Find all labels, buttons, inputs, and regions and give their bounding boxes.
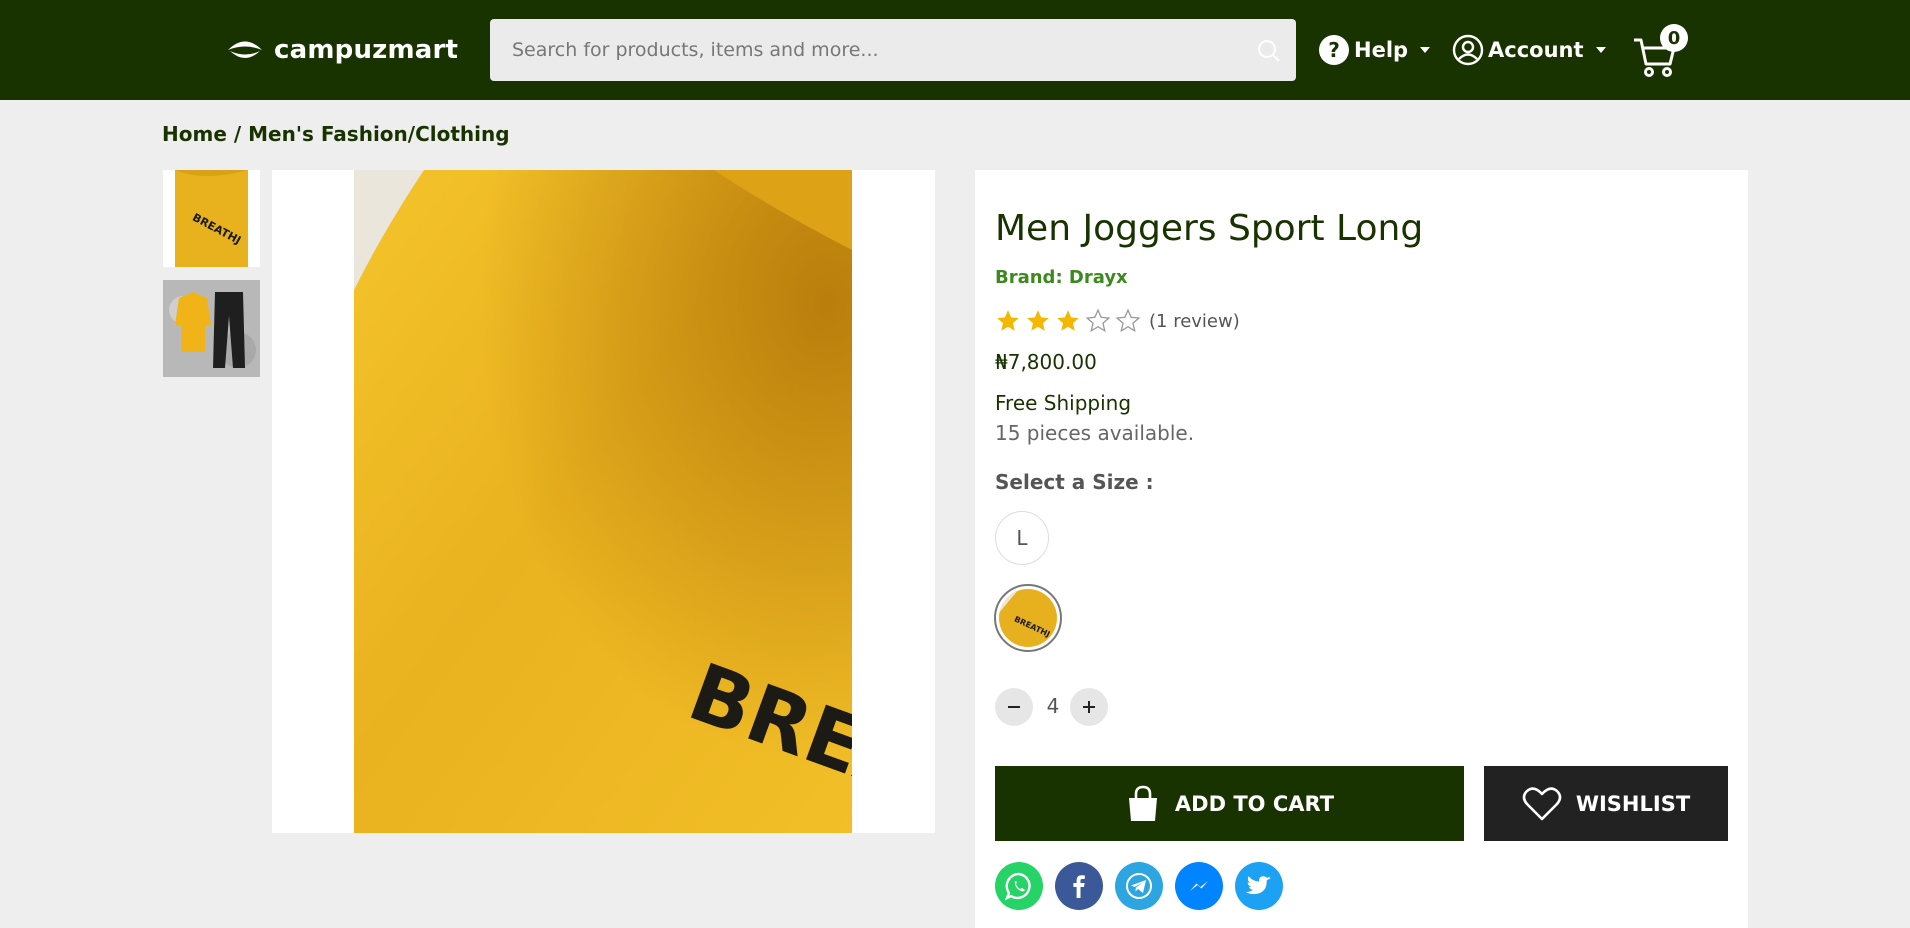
size-option-l[interactable]: L: [995, 511, 1049, 565]
breadcrumb-separator: /: [226, 122, 249, 146]
star-empty-icon: [1115, 308, 1141, 333]
quantity-value: 4: [1046, 694, 1060, 718]
size-label: Select a Size :: [995, 470, 1154, 494]
share-facebook-button[interactable]: [1055, 862, 1103, 910]
search-icon[interactable]: [1256, 38, 1282, 64]
shopping-bag-icon: [1128, 785, 1157, 821]
search-bar: [490, 19, 1296, 81]
whatsapp-icon: [1004, 872, 1031, 901]
product-brand[interactable]: Brand: Drayx: [995, 267, 1128, 288]
share-whatsapp-button[interactable]: [995, 862, 1043, 910]
product-photo: BREATHJ: [354, 170, 852, 833]
thumbnail-image: BREATHJ: [163, 170, 260, 267]
logo-text: campuzmart: [274, 35, 459, 65]
star-empty-icon: [1085, 308, 1111, 333]
swatch-image: BREATHJ: [999, 589, 1057, 647]
top-navigation-bar: campuzmart ? Help Account 0: [0, 0, 1910, 100]
messenger-icon: [1190, 881, 1208, 891]
breadcrumb-home[interactable]: Home: [162, 122, 227, 146]
share-telegram-button[interactable]: [1115, 862, 1163, 910]
thumbnail-full-outfit[interactable]: [163, 280, 260, 377]
add-to-cart-button[interactable]: ADD TO CART: [995, 766, 1464, 841]
site-logo[interactable]: campuzmart: [224, 30, 458, 70]
product-price: ₦7,800.00: [995, 350, 1097, 374]
help-icon: ?: [1319, 35, 1349, 65]
svg-text:?: ?: [1328, 38, 1340, 62]
share-messenger-button[interactable]: [1175, 862, 1223, 910]
help-label: Help: [1354, 38, 1409, 62]
minus-icon: [1008, 706, 1020, 708]
share-buttons: [995, 862, 1283, 910]
user-icon: [1452, 34, 1484, 66]
breadcrumb: Home / Men's Fashion/Clothing: [162, 122, 510, 146]
add-to-cart-label: ADD TO CART: [1174, 791, 1335, 816]
color-swatch-yellow[interactable]: BREATHJ: [994, 584, 1062, 652]
logo-icon: [228, 41, 262, 58]
wishlist-label: WISHLIST: [1575, 791, 1691, 816]
chevron-down-icon: [1595, 47, 1606, 53]
product-title: Men Joggers Sport Long: [995, 208, 1424, 249]
account-menu[interactable]: Account: [1452, 30, 1606, 70]
share-twitter-button[interactable]: [1235, 862, 1283, 910]
product-details-panel: Men Joggers Sport Long Brand: Drayx (1 r…: [975, 170, 1748, 928]
wishlist-button[interactable]: WISHLIST: [1484, 766, 1728, 841]
heart-icon: [1522, 786, 1562, 820]
rating-stars: (1 review): [995, 308, 1240, 334]
shipping-info: Free Shipping: [995, 391, 1132, 415]
twitter-icon: [1245, 876, 1271, 895]
thumbnail-closeup[interactable]: BREATHJ: [163, 170, 260, 267]
breadcrumb-category[interactable]: Men's Fashion/Clothing: [248, 122, 509, 146]
chevron-down-icon: [1420, 47, 1431, 53]
cart-button[interactable]: 0: [1630, 22, 1690, 78]
star-filled-icon: [1027, 310, 1049, 331]
account-label: Account: [1488, 38, 1584, 62]
plus-icon: [1083, 701, 1095, 713]
search-input[interactable]: [510, 38, 1234, 62]
star-filled-icon: [997, 310, 1019, 331]
star-filled-icon: [1057, 310, 1079, 331]
cart-count-badge: 0: [1660, 24, 1688, 52]
quantity-increase-button[interactable]: [1070, 688, 1108, 726]
telegram-icon: [1126, 873, 1152, 899]
stock-availability: 15 pieces available.: [995, 421, 1195, 445]
help-menu[interactable]: ? Help: [1318, 30, 1431, 70]
facebook-icon: [1073, 875, 1085, 898]
review-count[interactable]: (1 review): [1149, 311, 1240, 332]
main-product-image: BREATHJ: [272, 170, 935, 833]
thumbnail-image: [163, 280, 260, 377]
quantity-decrease-button[interactable]: [995, 688, 1033, 726]
